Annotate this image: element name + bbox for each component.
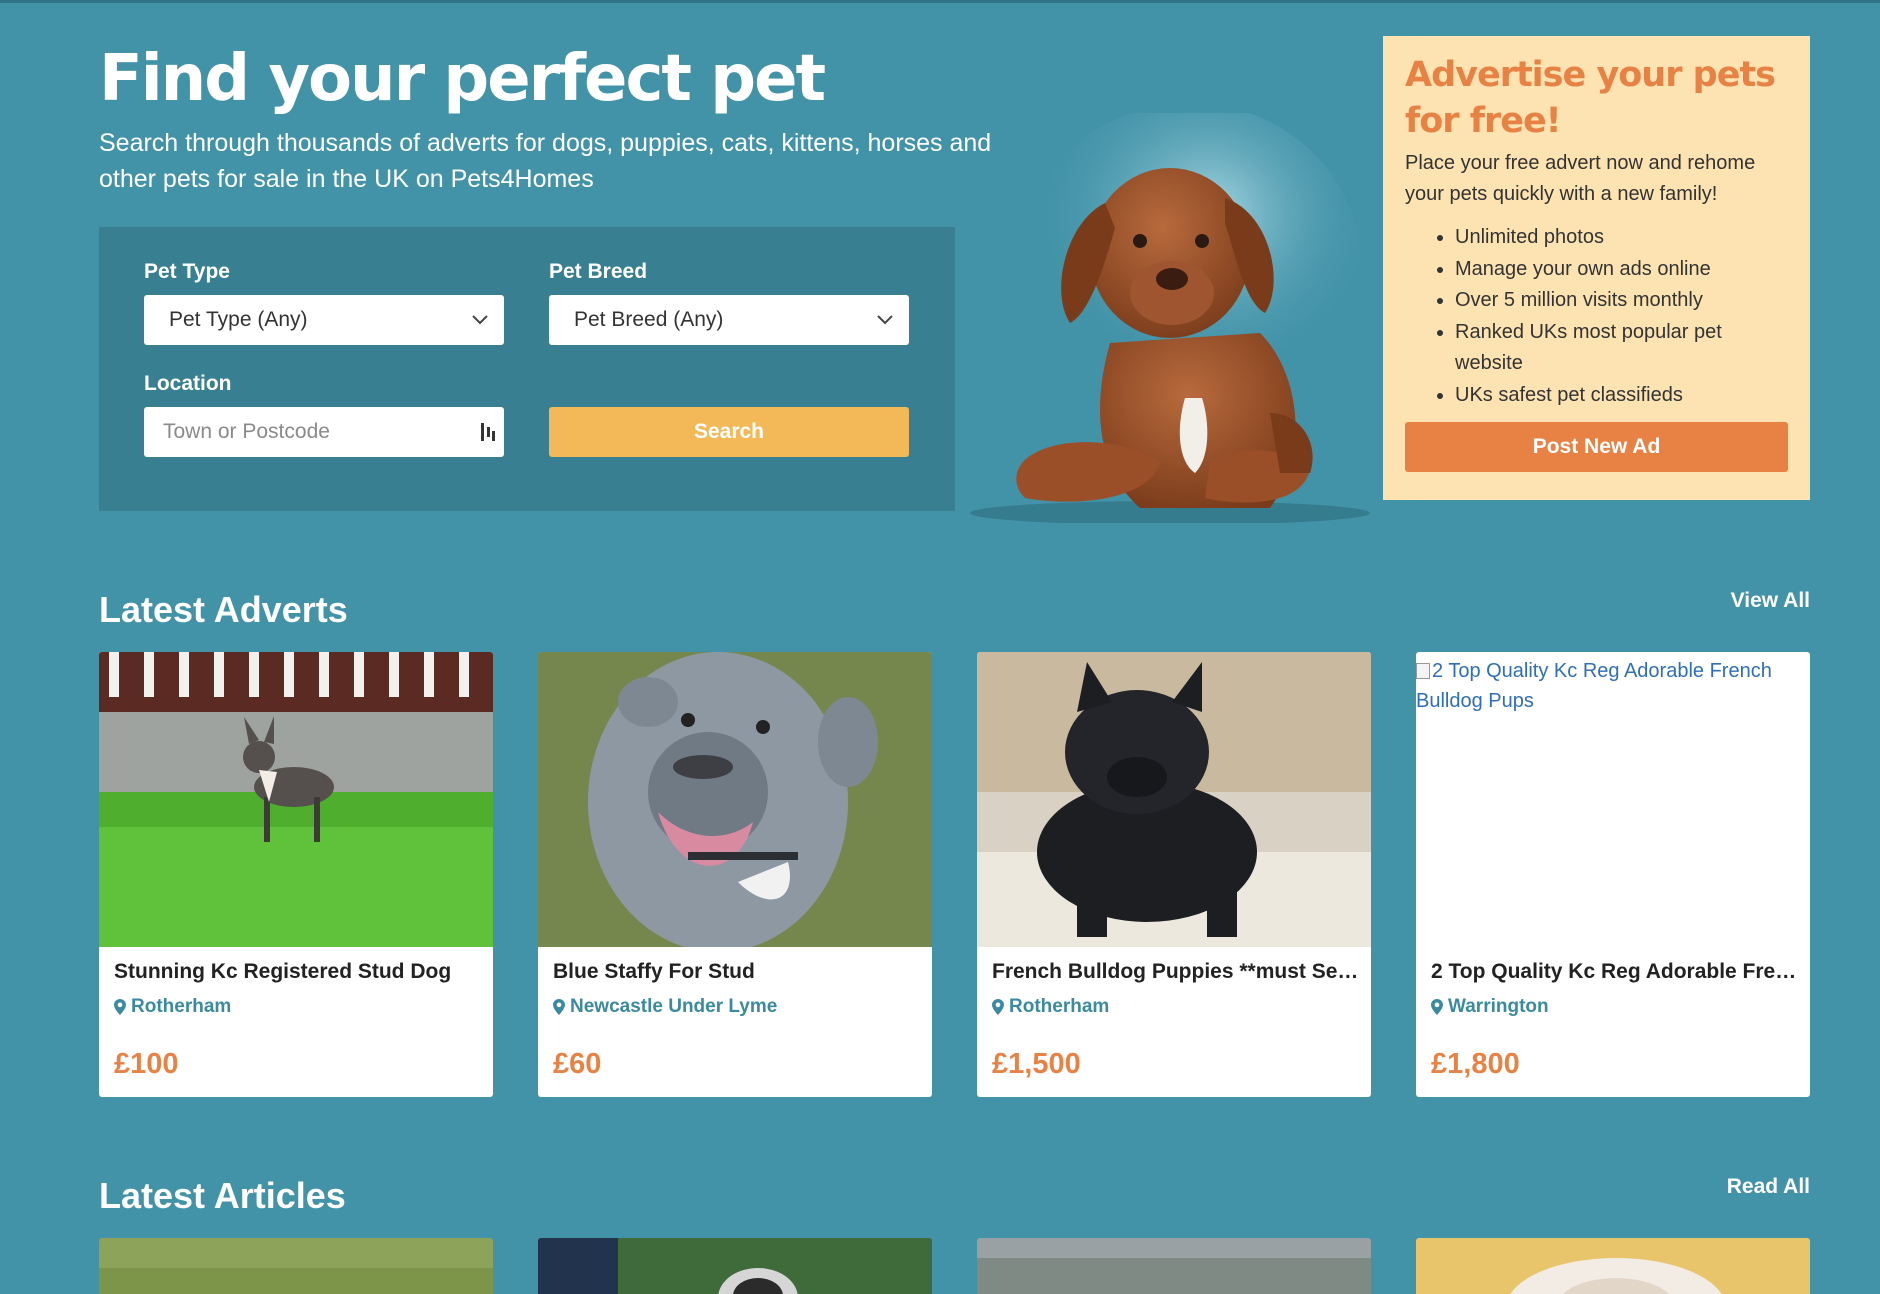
map-pin-icon [114,999,126,1015]
promo-bullet: Ranked UKs most popular pet website [1455,317,1788,380]
advert-location-text: Warrington [1448,996,1549,1017]
promo-text: Place your free advert now and rehome yo… [1405,152,1756,205]
advert-price: £1,800 [1431,1048,1520,1080]
search-panel: Pet Type Pet Type (Any) Pet Breed Pet Br… [99,227,955,511]
article-card[interactable] [99,1238,493,1294]
advert-image[interactable] [99,652,493,947]
article-image [99,1238,493,1294]
broken-image-icon [1416,663,1430,679]
article-card[interactable] [977,1238,1371,1294]
article-image [1416,1238,1810,1294]
pet-type-value: Pet Type (Any) [169,308,308,331]
advert-price: £60 [553,1048,602,1080]
map-pin-icon [553,999,565,1015]
advert-card[interactable]: 2 Top Quality Kc Reg Adorable French Bul… [1416,652,1810,1097]
staffy-photo [538,652,932,947]
advert-image[interactable] [977,652,1371,947]
advert-location: Warrington [1431,996,1549,1018]
promo-bullet: Unlimited photos [1455,222,1788,254]
map-pin-icon [1431,999,1443,1015]
french-bulldog-photo [977,652,1371,947]
read-all-link[interactable]: Read All [1727,1175,1810,1199]
location-label: Location [144,372,232,395]
promo-bullet: UKs safest pet classifieds [1455,380,1788,412]
post-new-ad-button[interactable]: Post New Ad [1405,422,1788,472]
page-title: Find your perfect pet [99,42,826,116]
promo-bullet: Manage your own ads online [1455,254,1788,286]
latest-articles-title: Latest Articles [99,1175,346,1216]
advert-location-text: Rotherham [1009,996,1110,1017]
chihuahua-photo [99,652,493,947]
pet-type-select[interactable]: Pet Type (Any) [144,295,504,345]
pet-breed-label: Pet Breed [549,260,648,283]
advert-card[interactable]: French Bulldog Puppies **must See** Roth… [977,652,1371,1097]
view-all-link[interactable]: View All [1731,589,1810,613]
chevron-down-icon [472,315,488,325]
pet-breed-value: Pet Breed (Any) [574,308,724,331]
pet-type-label: Pet Type [144,260,230,283]
article-card[interactable] [538,1238,932,1294]
advert-location-text: Newcastle Under Lyme [570,996,778,1017]
advert-title[interactable]: French Bulldog Puppies **must See** [992,960,1362,984]
map-pin-icon [992,999,1004,1015]
advert-location: Rotherham [114,996,231,1018]
pet-breed-select[interactable]: Pet Breed (Any) [549,295,909,345]
article-image [538,1238,932,1294]
puppy-illustration [970,113,1370,523]
latest-adverts-title: Latest Adverts [99,589,348,630]
promo-bullet: Over 5 million visits monthly [1455,285,1788,317]
advert-title[interactable]: Blue Staffy For Stud [553,960,923,984]
advert-title[interactable]: 2 Top Quality Kc Reg Adorable French Bul… [1431,960,1801,984]
image-alt-label: 2 Top Quality Kc Reg Adorable French Bul… [1416,660,1772,712]
image-alt-text: 2 Top Quality Kc Reg Adorable French Bul… [1416,656,1810,716]
advert-title[interactable]: Stunning Kc Registered Stud Dog [114,960,484,984]
advert-price: £1,500 [992,1048,1081,1080]
chevron-down-icon [877,315,893,325]
advert-location: Rotherham [992,996,1109,1018]
article-card[interactable] [1416,1238,1810,1294]
promo-bullets: Unlimited photos Manage your own ads onl… [1405,222,1788,411]
advert-image[interactable]: 2 Top Quality Kc Reg Adorable French Bul… [1416,652,1810,947]
advert-card[interactable]: Blue Staffy For Stud Newcastle Under Lym… [538,652,932,1097]
advert-card[interactable]: Stunning Kc Registered Stud Dog Rotherha… [99,652,493,1097]
advertise-promo: Advertise your pets for free! Place your… [1383,36,1810,500]
advert-price: £100 [114,1048,179,1080]
advert-location: Newcastle Under Lyme [553,996,777,1018]
autofill-icon [481,423,495,441]
advert-image[interactable] [538,652,932,947]
advert-location-text: Rotherham [131,996,232,1017]
hero-subtitle: Search through thousands of adverts for … [99,129,992,193]
article-image [977,1238,1371,1294]
search-button[interactable]: Search [549,407,909,457]
promo-title: Advertise your pets for free! [1405,55,1776,141]
location-input[interactable] [144,407,504,457]
